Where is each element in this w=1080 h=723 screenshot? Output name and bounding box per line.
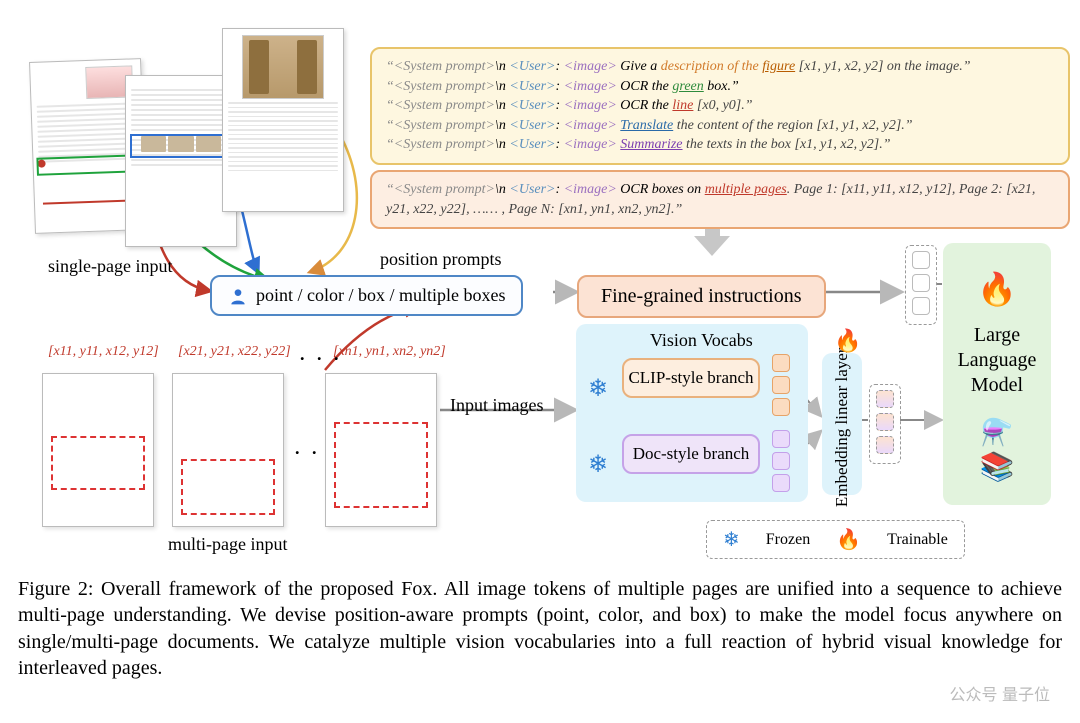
doc-token [772, 452, 790, 470]
position-prompt-types: point / color / box / multiple boxes [210, 275, 523, 316]
user-icon [228, 286, 248, 306]
fine-grained-instructions: Fine-grained instructions [577, 275, 826, 318]
single-page-label: single-page input [48, 256, 172, 277]
multi-page-doc-1 [42, 373, 154, 527]
embedding-layers: Embedding linear layers [822, 353, 862, 495]
image-tokens [869, 384, 901, 464]
legend-frozen: Frozen [766, 531, 810, 549]
clip-token [772, 376, 790, 394]
frozen-icon: ❄ [588, 374, 608, 403]
doc-token [772, 430, 790, 448]
input-images-label: Input images [450, 395, 543, 416]
books-icon: 📚 [980, 450, 1015, 484]
multi-page-doc-n [325, 373, 437, 527]
legend: ❄ Frozen 🔥 Trainable [706, 520, 965, 559]
trainable-icon: 🔥 [834, 328, 861, 354]
trainable-icon: 🔥 [977, 273, 1017, 305]
watermark: 公众号 量子位 [950, 681, 1050, 705]
single-page-doc-3 [222, 28, 344, 212]
doc-token [772, 474, 790, 492]
vision-vocabs-title: Vision Vocabs [650, 330, 753, 351]
legend-trainable: Trainable [887, 531, 948, 549]
clip-branch: CLIP-style branch [622, 358, 760, 398]
coords-page-1: [x11, y11, x12, y12] [48, 344, 159, 360]
frozen-icon: ❄ [588, 450, 608, 479]
coords-page-n: [xn1, yn1, xn2, yn2] [333, 344, 446, 360]
clip-token [772, 354, 790, 372]
beaker-icon: ⚗️ [981, 418, 1013, 448]
large-language-model: 🔥 Large Language Model ⚗️ 📚 [943, 243, 1051, 505]
doc-branch: Doc-style branch [622, 434, 760, 474]
prompt-examples-single: “<System prompt>\n <User>: <image> Give … [370, 47, 1070, 165]
multi-page-label: multi-page input [168, 534, 287, 555]
single-page-doc-2 [125, 75, 237, 247]
position-prompts-label: position prompts [380, 249, 502, 270]
multi-page-doc-2 [172, 373, 284, 527]
figure-caption: Figure 2: Overall framework of the propo… [18, 576, 1062, 682]
prompt-examples-multi: “<System prompt>\n <User>: <image> OCR b… [370, 170, 1070, 229]
trainable-icon: 🔥 [836, 527, 861, 552]
instruction-tokens [905, 245, 937, 325]
clip-token [772, 398, 790, 416]
frozen-icon: ❄ [723, 527, 740, 552]
coords-page-2: [x21, y21, x22, y22] [178, 344, 291, 360]
